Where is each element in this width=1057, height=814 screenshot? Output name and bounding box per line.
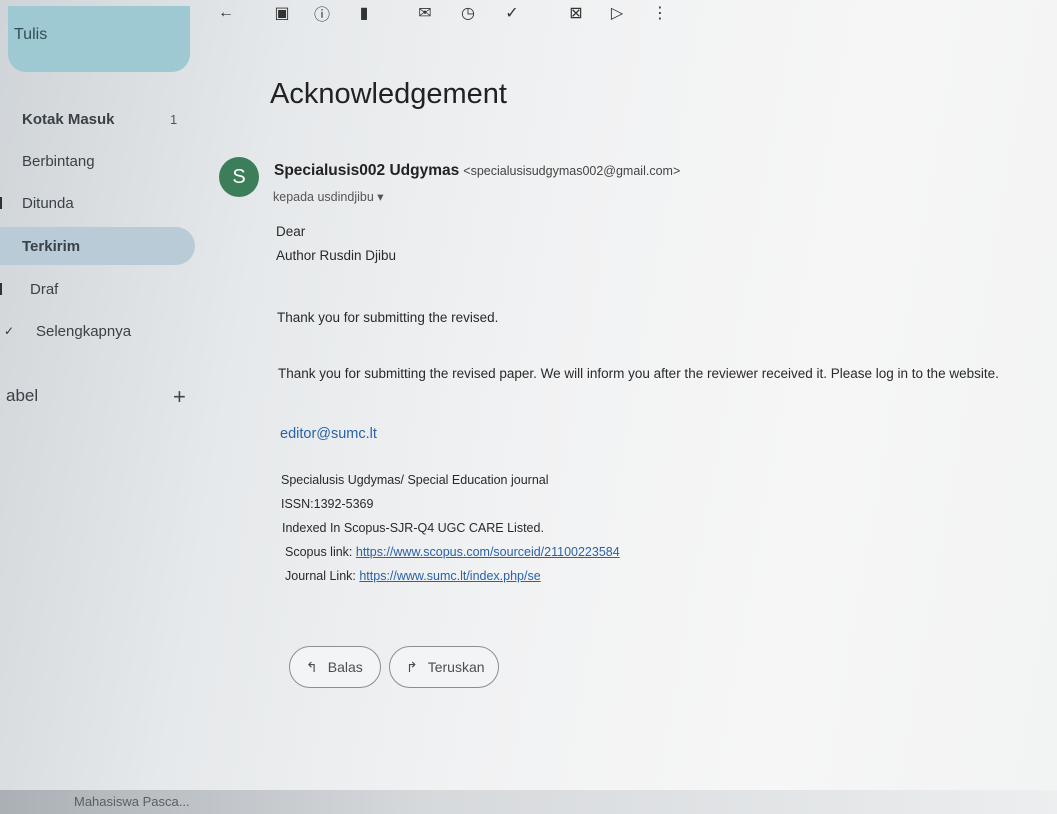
sidebar-item-label: Ditunda (22, 194, 74, 212)
signature-issn: ISSN:1392-5369 (281, 497, 374, 511)
sender-email: <specialusisudgymas002@gmail.com> (463, 164, 681, 178)
sidebar-item-starred[interactable]: Berbintang (0, 142, 195, 180)
compose-label: Tulis (14, 26, 48, 43)
body-greeting: Dear (276, 224, 306, 239)
body-recipient-name: Author Rusdin Djibu (276, 248, 397, 263)
report-spam-icon[interactable]: ⓘ (313, 4, 331, 24)
mark-unread-icon[interactable]: ✉ (416, 4, 434, 22)
sender-name[interactable]: Specialusis002 Udgymas (274, 162, 459, 179)
sidebar-item-label: Kotak Masuk (22, 110, 115, 128)
sidebar-item-more[interactable]: ✓ Selengkapnya (0, 312, 195, 350)
recipient-details-toggle[interactable]: kepada usdindjibu ▾ (273, 189, 384, 204)
signature-journal-name: Specialusis Ugdymas/ Special Education j… (281, 473, 549, 487)
signature-journal-line: Journal Link: https://www.sumc.lt/index.… (285, 569, 541, 583)
sender-avatar[interactable]: S (219, 157, 259, 197)
sidebar-item-label: Berbintang (22, 152, 95, 170)
sidebar-item-sent[interactable]: Terkirim (0, 227, 195, 265)
compose-button[interactable]: Tulis (8, 6, 190, 72)
snooze-icon (0, 197, 8, 209)
sidebar-item-label: Selengkapnya (36, 322, 132, 340)
reply-icon: ↰ (306, 658, 318, 675)
labels-heading: abel (6, 386, 39, 405)
label-icon[interactable]: ▷ (608, 4, 626, 22)
add-task-icon[interactable]: ✓ (503, 4, 521, 22)
inbox-count-badge: 1 (170, 111, 178, 127)
sidebar-item-inbox[interactable]: Kotak Masuk 1 (0, 100, 195, 138)
sidebar-item-drafts[interactable]: Draf (0, 270, 195, 308)
sidebar: Tulis Kotak Masuk 1 Berbintang Ditunda T… (0, 0, 215, 814)
chevron-down-icon: ✓ (4, 324, 15, 338)
message-toolbar: ← ▣ ⓘ ▮ ✉ ◷ ✓ ⊠ ▷ ⋮ (215, 0, 675, 28)
forward-button[interactable]: ↱ Teruskan (389, 646, 499, 688)
forward-icon: ↱ (406, 658, 418, 675)
body-paragraph-1: Thank you for submitting the revised. (277, 310, 499, 325)
reply-label: Balas (327, 659, 363, 675)
scopus-link[interactable]: https://www.scopus.com/sourceid/21100223… (356, 545, 620, 559)
scopus-prefix: Scopus link: (285, 545, 356, 559)
mail-screen: Tulis Kotak Masuk 1 Berbintang Ditunda T… (0, 0, 1057, 814)
forward-label: Teruskan (427, 659, 485, 675)
journal-link[interactable]: https://www.sumc.lt/index.php/se (359, 569, 540, 583)
journal-prefix: Journal Link: (285, 569, 360, 583)
body-paragraph-2: Thank you for submitting the revised pap… (278, 366, 999, 381)
back-arrow-icon[interactable]: ← (217, 4, 235, 22)
more-vert-icon[interactable]: ⋮ (651, 4, 669, 22)
sidebar-item-snoozed[interactable]: Ditunda (0, 184, 195, 222)
taskbar: Mahasiswa Pasca... (0, 790, 1057, 814)
delete-icon[interactable]: ▮ (355, 4, 373, 22)
sidebar-item-label: Draf (30, 280, 59, 298)
message-subject: Acknowledgement (270, 78, 507, 110)
signature-indexing: Indexed In Scopus-SJR-Q4 UGC CARE Listed… (282, 521, 544, 535)
snooze-clock-icon[interactable]: ◷ (459, 4, 477, 22)
archive-icon[interactable]: ▣ (273, 4, 291, 22)
taskbar-window-title[interactable]: Mahasiswa Pasca... (74, 794, 190, 809)
sender-line: Specialusis002 Udgymas <specialusisudgym… (274, 162, 680, 180)
sidebar-item-label: Terkirim (22, 237, 81, 255)
reply-button[interactable]: ↰ Balas (289, 646, 381, 688)
draft-icon (0, 283, 8, 295)
move-to-icon[interactable]: ⊠ (567, 4, 585, 22)
signature-email-link[interactable]: editor@sumc.lt (280, 426, 377, 442)
add-label-button[interactable]: + (173, 384, 186, 410)
signature-scopus-line: Scopus link: https://www.scopus.com/sour… (285, 545, 620, 559)
